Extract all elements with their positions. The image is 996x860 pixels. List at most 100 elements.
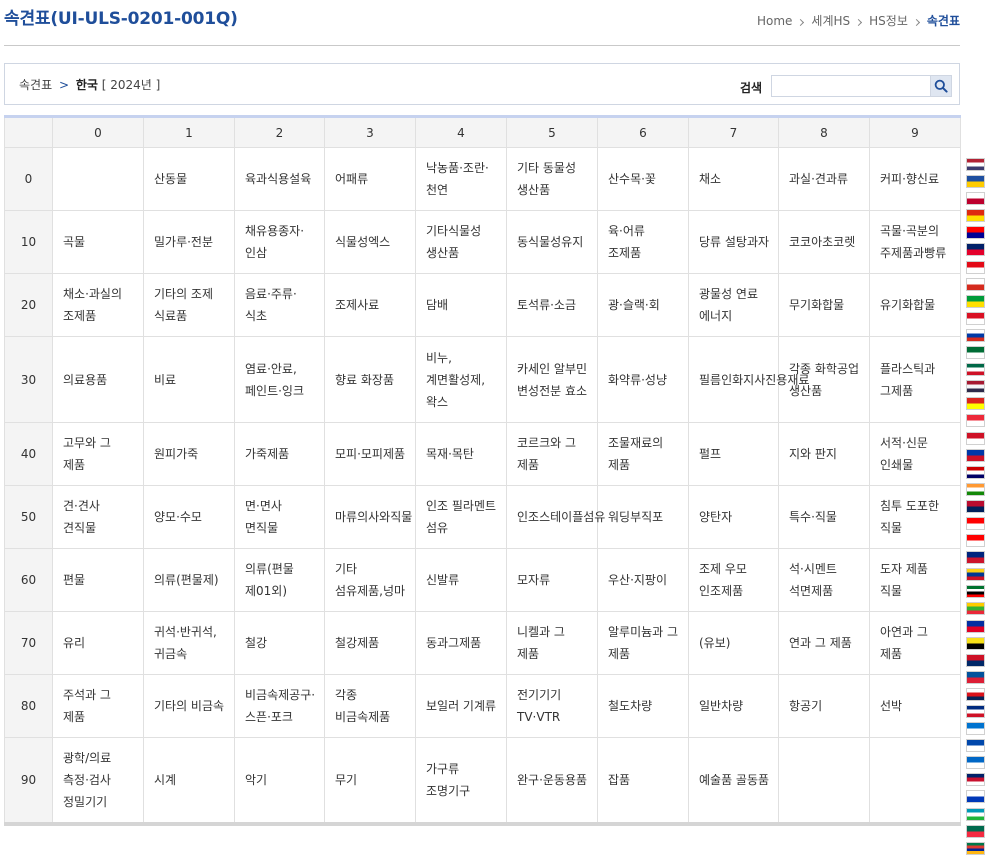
hs-chapter-cell[interactable]: 모피·모피제품	[324, 422, 416, 486]
hs-chapter-cell[interactable]: 지와 판지	[778, 422, 870, 486]
hs-chapter-cell[interactable]: 채소·과실의 조제품	[52, 273, 144, 337]
hs-chapter-cell[interactable]: 향료 화장품	[324, 336, 416, 423]
flag-el-salvador-icon[interactable]	[966, 739, 985, 753]
flag-costa-rica-icon[interactable]	[966, 705, 985, 718]
hs-chapter-cell[interactable]: 비료	[143, 336, 235, 423]
hs-chapter-cell[interactable]: 조물재료의 제품	[597, 422, 689, 486]
hs-chapter-cell[interactable]: 우산·지팡이	[597, 548, 689, 612]
hs-chapter-cell[interactable]: 당류 설탕과자	[688, 210, 779, 274]
hs-chapter-cell[interactable]: 필름인화지사진용재료	[688, 336, 809, 423]
hs-chapter-cell[interactable]: 기타 섬유제품,넝마	[324, 548, 416, 612]
hs-chapter-cell[interactable]: 코르크와 그 제품	[506, 422, 598, 486]
hs-chapter-cell[interactable]: 예술품 골동품	[688, 737, 779, 824]
hs-chapter-cell[interactable]: 밀가루·전분	[143, 210, 235, 274]
hs-chapter-cell[interactable]: 귀석·반귀석, 귀금속	[143, 611, 235, 675]
hs-chapter-cell[interactable]: 동식물성유지	[506, 210, 598, 274]
flag-new-zealand-icon[interactable]	[966, 551, 985, 565]
hs-chapter-cell[interactable]: 산동물	[143, 147, 235, 211]
hs-chapter-cell[interactable]: 워딩부직포	[597, 485, 689, 549]
breadcrumb-world-hs[interactable]: 세계HS	[811, 12, 850, 29]
flag-cambodia-icon[interactable]	[966, 619, 985, 633]
flag-nicaragua-icon[interactable]	[966, 756, 985, 770]
hs-chapter-cell[interactable]: 의류(편물제)	[143, 548, 235, 612]
hs-chapter-cell[interactable]: 악기	[234, 737, 325, 824]
hs-chapter-cell[interactable]: 의료용품	[52, 336, 144, 423]
flag-panama-icon[interactable]	[966, 687, 985, 701]
hs-chapter-cell[interactable]: 석·시멘트 석면제품	[778, 548, 870, 612]
hs-chapter-cell[interactable]: 연과 그 제품	[778, 611, 870, 675]
hs-chapter-cell[interactable]: 특수·직물	[778, 485, 870, 549]
flag-brazil-icon[interactable]	[966, 294, 985, 308]
flag-japan-icon[interactable]	[966, 192, 985, 206]
flag-us-icon[interactable]	[966, 158, 985, 171]
hs-chapter-cell[interactable]: 완구·운동용품	[506, 737, 598, 824]
flag-uae-icon[interactable]	[966, 585, 985, 599]
hs-chapter-cell[interactable]: 비금속제공구·스픈·포크	[234, 674, 325, 738]
hs-chapter-cell[interactable]: 음료·주류·식초	[234, 273, 325, 337]
hs-chapter-cell[interactable]: 광물성 연료 에너지	[688, 273, 779, 337]
hs-chapter-cell[interactable]: 유기화합물	[869, 273, 961, 337]
hs-chapter-cell[interactable]: 조제사료	[324, 273, 416, 337]
hs-chapter-cell[interactable]: 화약류·성냥	[597, 336, 689, 423]
hs-chapter-cell[interactable]: 철도차량	[597, 674, 689, 738]
hs-chapter-cell[interactable]: 아연과 그 제품	[869, 611, 961, 675]
flag-vietnam-icon[interactable]	[966, 397, 985, 411]
hs-chapter-cell[interactable]: 각종 비금속제품	[324, 674, 416, 738]
hs-chapter-cell[interactable]: 신발류	[415, 548, 507, 612]
hs-chapter-cell[interactable]: 기타식물성 생산품	[415, 210, 507, 274]
flag-brunei-icon[interactable]	[966, 636, 985, 650]
flag-eu-icon[interactable]	[966, 175, 985, 189]
flag-indonesia-icon[interactable]	[966, 431, 985, 445]
search-input[interactable]	[771, 75, 931, 97]
flag-mexico-icon[interactable]	[966, 363, 985, 377]
hs-chapter-cell[interactable]: 육과식용설육	[234, 147, 325, 211]
hs-chapter-cell[interactable]: 낙농품·조란·천연	[415, 147, 507, 211]
hs-chapter-cell[interactable]: 편물	[52, 548, 144, 612]
hs-chapter-cell[interactable]: 카세인 알부민 변성전분 효소	[506, 336, 598, 423]
hs-chapter-cell[interactable]: 플라스틱과 그제품	[869, 336, 961, 423]
hs-chapter-cell[interactable]: 곡물·곡분의 주제품과빵류	[869, 210, 961, 274]
hs-chapter-cell[interactable]: 토석류·소금	[506, 273, 598, 337]
hs-chapter-cell[interactable]: 보일러 기계류	[415, 674, 507, 738]
hs-chapter-cell[interactable]: 채유용종자·인삼	[234, 210, 325, 274]
hs-chapter-cell[interactable]: 전기기기 TV·VTR	[506, 674, 598, 738]
breadcrumb-home[interactable]: Home	[757, 14, 792, 28]
flag-switzerland-icon[interactable]	[966, 516, 985, 530]
flag-canada-icon[interactable]	[966, 534, 985, 548]
hs-chapter-cell[interactable]: 광·슬랙·회	[597, 273, 689, 337]
hs-chapter-cell[interactable]: 선박	[869, 674, 961, 738]
hs-chapter-cell[interactable]: 항공기	[778, 674, 870, 738]
hs-chapter-cell[interactable]: 코코아초코렛	[778, 210, 870, 274]
hs-chapter-cell[interactable]: 염료·안료,페인트·잉크	[234, 336, 325, 423]
hs-chapter-cell[interactable]: 잡품	[597, 737, 689, 824]
hs-chapter-cell[interactable]: 가구류 조명기구	[415, 737, 507, 824]
hs-chapter-cell[interactable]: 목재·목탄	[415, 422, 507, 486]
hs-chapter-cell[interactable]: 주석과 그 제품	[52, 674, 144, 738]
flag-malaysia-icon[interactable]	[966, 465, 985, 479]
hs-chapter-cell[interactable]: 양탄자	[688, 485, 779, 549]
flag-norway-icon[interactable]	[966, 499, 985, 513]
hs-chapter-cell[interactable]: 과실·견과류	[778, 147, 870, 211]
flag-taiwan-icon[interactable]	[966, 226, 985, 240]
flag-peru-icon[interactable]	[966, 311, 985, 325]
hs-chapter-cell[interactable]: 견·견사 견직물	[52, 485, 144, 549]
hs-chapter-cell[interactable]: 채소	[688, 147, 779, 211]
flag-uzbekistan-icon[interactable]	[966, 807, 985, 821]
hs-chapter-cell[interactable]: 기타의 비금속	[143, 674, 235, 738]
flag-india-icon[interactable]	[966, 482, 985, 496]
flag-saudi-icon[interactable]	[966, 346, 985, 360]
hs-chapter-cell[interactable]: 펄프	[688, 422, 779, 486]
hs-chapter-cell[interactable]: 시계	[143, 737, 235, 824]
hs-chapter-cell[interactable]: 면·면사 면직물	[234, 485, 325, 549]
hs-chapter-cell[interactable]: 모자류	[506, 548, 598, 612]
flag-russia-icon[interactable]	[966, 328, 985, 342]
hs-chapter-cell[interactable]: 서적·신문 인쇄물	[869, 422, 961, 486]
hs-chapter-cell[interactable]: 비누, 계면활성제, 왁스	[415, 336, 507, 423]
hs-chapter-cell[interactable]: 인조스테이플섬유	[506, 485, 605, 549]
hs-chapter-cell[interactable]: 무기화합물	[778, 273, 870, 337]
hs-chapter-cell[interactable]: 원피가죽	[143, 422, 235, 486]
hs-chapter-cell[interactable]: 산수목·꽃	[597, 147, 689, 211]
flag-bangladesh-icon[interactable]	[966, 824, 985, 838]
hs-chapter-cell[interactable]: 철강제품	[324, 611, 416, 675]
hs-chapter-cell[interactable]: 유리	[52, 611, 144, 675]
